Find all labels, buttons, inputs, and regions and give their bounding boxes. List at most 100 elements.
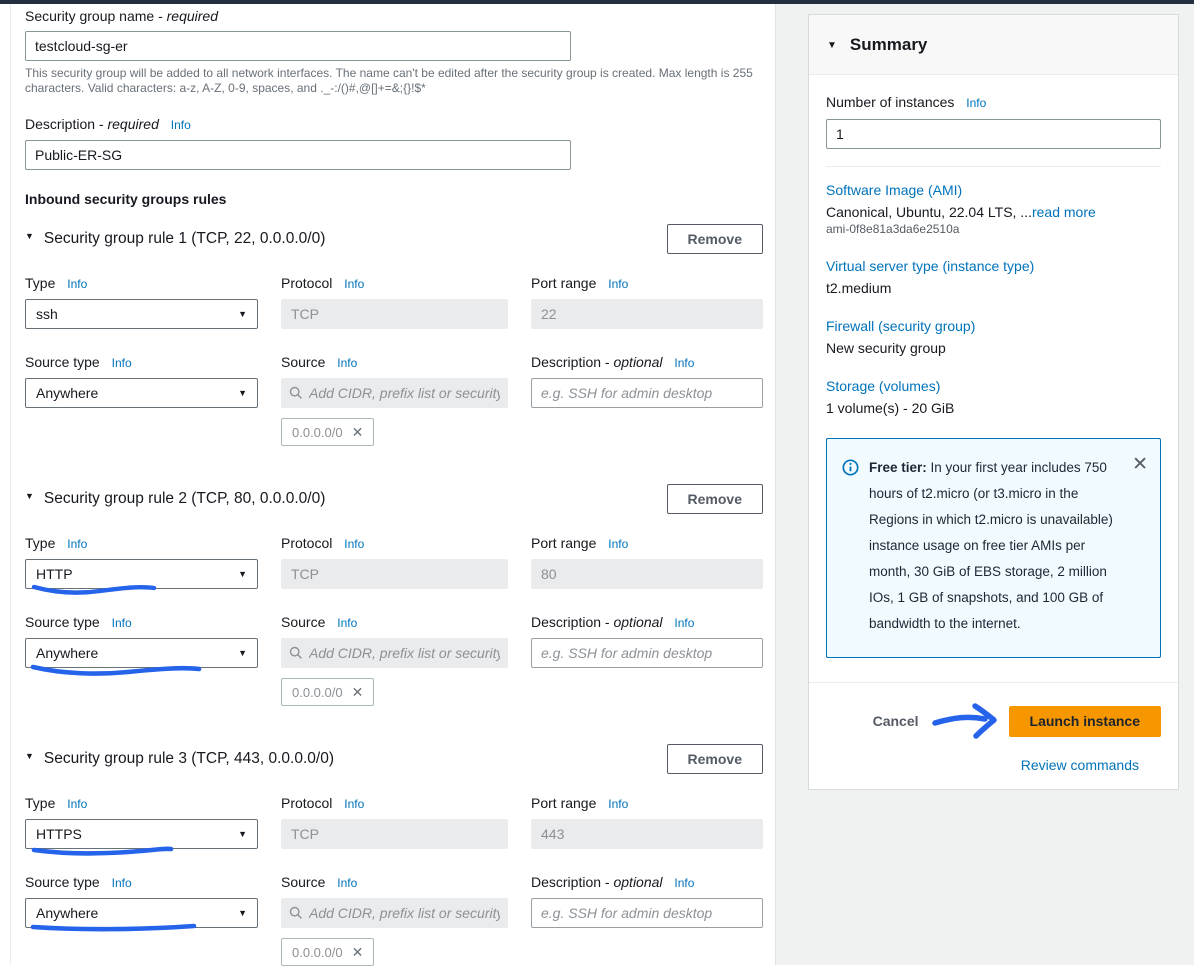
rule-description-info-link[interactable]: Info (674, 616, 694, 630)
type-label-text: Type (25, 535, 55, 551)
rule-description-label: Description - optional Info (531, 873, 763, 892)
required-flag: required (167, 8, 218, 24)
security-group-name-label: Security group name - required (25, 7, 763, 25)
type-label-text: Type (25, 795, 55, 811)
rule-3-remove-button[interactable]: Remove (667, 744, 763, 774)
rule-1-type-value: ssh (36, 306, 58, 322)
port-range-info-link[interactable]: Info (608, 797, 628, 811)
protocol-label: Protocol Info (281, 274, 508, 293)
rule-2-title[interactable]: ▼Security group rule 2 (TCP, 80, 0.0.0.0… (25, 490, 325, 508)
protocol-info-link[interactable]: Info (344, 797, 364, 811)
source-type-info-link[interactable]: Info (112, 616, 132, 630)
rule-1-source-type-select[interactable]: Anywhere ▼ (25, 378, 258, 408)
instance-type-link[interactable]: Virtual server type (instance type) (826, 258, 1161, 274)
rule-3-source-type-select[interactable]: Anywhere ▼ (25, 898, 258, 928)
launch-instance-button[interactable]: Launch instance (1009, 706, 1161, 737)
rule-2-type-select[interactable]: HTTP ▼ (25, 559, 258, 589)
rule-1-source-search[interactable] (281, 378, 508, 408)
rule-1-protocol-field: TCP (281, 299, 508, 329)
info-circle-icon (842, 459, 859, 476)
rule-2-description-input[interactable] (531, 638, 763, 668)
summary-section-firewall: Firewall (security group) New security g… (826, 318, 1161, 356)
rule-2-protocol-field: TCP (281, 559, 508, 589)
rule-3-cidr-chip[interactable]: 0.0.0.0/0 ✕ (281, 938, 374, 966)
firewall-link[interactable]: Firewall (security group) (826, 318, 1161, 334)
rule-1-remove-button[interactable]: Remove (667, 224, 763, 254)
protocol-info-link[interactable]: Info (344, 277, 364, 291)
summary-panel: ▼ Summary Number of instances Info Softw… (808, 14, 1179, 790)
type-label: Type Info (25, 794, 258, 813)
rule-description-label: Description - optional Info (531, 613, 763, 632)
collapse-caret-icon[interactable]: ▼ (25, 231, 34, 241)
rule-1-title[interactable]: ▼Security group rule 1 (TCP, 22, 0.0.0.0… (25, 230, 325, 248)
number-of-instances-info-link[interactable]: Info (966, 96, 986, 110)
source-type-label-text: Source type (25, 614, 100, 630)
source-info-link[interactable]: Info (337, 616, 357, 630)
description-info-link[interactable]: Info (171, 118, 191, 132)
source-label-text: Source (281, 354, 325, 370)
remove-cidr-icon[interactable]: ✕ (352, 944, 364, 961)
rule-3-protocol-field: TCP (281, 819, 508, 849)
protocol-label: Protocol Info (281, 794, 508, 813)
security-group-rule-1: ▼Security group rule 1 (TCP, 22, 0.0.0.0… (25, 224, 763, 446)
security-group-name-input[interactable] (25, 31, 571, 61)
type-info-link[interactable]: Info (67, 537, 87, 551)
collapse-caret-icon[interactable]: ▼ (25, 491, 34, 501)
close-icon[interactable]: ✕ (1132, 455, 1148, 637)
cancel-button[interactable]: Cancel (873, 713, 919, 729)
rule-1-type-select[interactable]: ssh ▼ (25, 299, 258, 329)
rule-2-source-type-select[interactable]: Anywhere ▼ (25, 638, 258, 668)
rule-3-description-input[interactable] (531, 898, 763, 928)
required-flag: required (107, 116, 158, 132)
instance-type-value: t2.medium (826, 280, 1161, 296)
collapse-caret-icon[interactable]: ▼ (25, 751, 34, 761)
rule-2-source-input[interactable] (309, 645, 500, 661)
number-of-instances-input[interactable] (826, 119, 1161, 149)
review-commands-link[interactable]: Review commands (1021, 757, 1139, 773)
type-info-link[interactable]: Info (67, 277, 87, 291)
rule-2-remove-button[interactable]: Remove (667, 484, 763, 514)
port-range-info-link[interactable]: Info (608, 277, 628, 291)
ami-id: ami-0f8e81a3da6e2510a (826, 222, 1161, 236)
chevron-down-icon: ▼ (238, 908, 247, 918)
rule-description-info-link[interactable]: Info (674, 356, 694, 370)
software-image-link[interactable]: Software Image (AMI) (826, 182, 1161, 198)
type-info-link[interactable]: Info (67, 797, 87, 811)
collapse-caret-icon[interactable]: ▼ (827, 40, 837, 51)
description-input[interactable] (25, 140, 571, 170)
rule-3-source-search[interactable] (281, 898, 508, 928)
source-label-text: Source (281, 874, 325, 890)
source-info-link[interactable]: Info (337, 876, 357, 890)
port-range-info-link[interactable]: Info (608, 537, 628, 551)
rule-1-cidr-chip[interactable]: 0.0.0.0/0 ✕ (281, 418, 374, 446)
rule-3-type-select[interactable]: HTTPS ▼ (25, 819, 258, 849)
rule-1-source-input[interactable] (309, 385, 500, 401)
annotation-underline-anywhere (28, 663, 203, 676)
source-type-info-link[interactable]: Info (112, 356, 132, 370)
source-type-info-link[interactable]: Info (112, 876, 132, 890)
type-label-text: Type (25, 275, 55, 291)
protocol-info-link[interactable]: Info (344, 537, 364, 551)
security-group-rule-3: ▼Security group rule 3 (TCP, 443, 0.0.0.… (25, 744, 763, 966)
search-icon (289, 646, 303, 660)
source-info-link[interactable]: Info (337, 356, 357, 370)
remove-cidr-icon[interactable]: ✕ (352, 424, 364, 441)
rule-2-cidr-chip[interactable]: 0.0.0.0/0 ✕ (281, 678, 374, 706)
security-group-rule-2: ▼Security group rule 2 (TCP, 80, 0.0.0.0… (25, 484, 763, 706)
rule-3-source-input[interactable] (309, 905, 500, 921)
rule-3-title[interactable]: ▼Security group rule 3 (TCP, 443, 0.0.0.… (25, 750, 334, 768)
read-more-link[interactable]: read more (1032, 204, 1096, 220)
chevron-down-icon: ▼ (238, 388, 247, 398)
source-type-label: Source type Info (25, 613, 258, 632)
storage-link[interactable]: Storage (volumes) (826, 378, 1161, 394)
port-range-label-text: Port range (531, 795, 596, 811)
summary-header[interactable]: ▼ Summary (809, 15, 1178, 75)
optional-flag: optional (613, 874, 662, 890)
summary-title: Summary (850, 35, 927, 55)
rule-1-description-input[interactable] (531, 378, 763, 408)
security-group-name-label-text: Security group name - (25, 8, 163, 24)
remove-cidr-icon[interactable]: ✕ (352, 684, 364, 701)
rule-description-info-link[interactable]: Info (674, 876, 694, 890)
rule-2-source-search[interactable] (281, 638, 508, 668)
source-label: Source Info (281, 353, 508, 372)
